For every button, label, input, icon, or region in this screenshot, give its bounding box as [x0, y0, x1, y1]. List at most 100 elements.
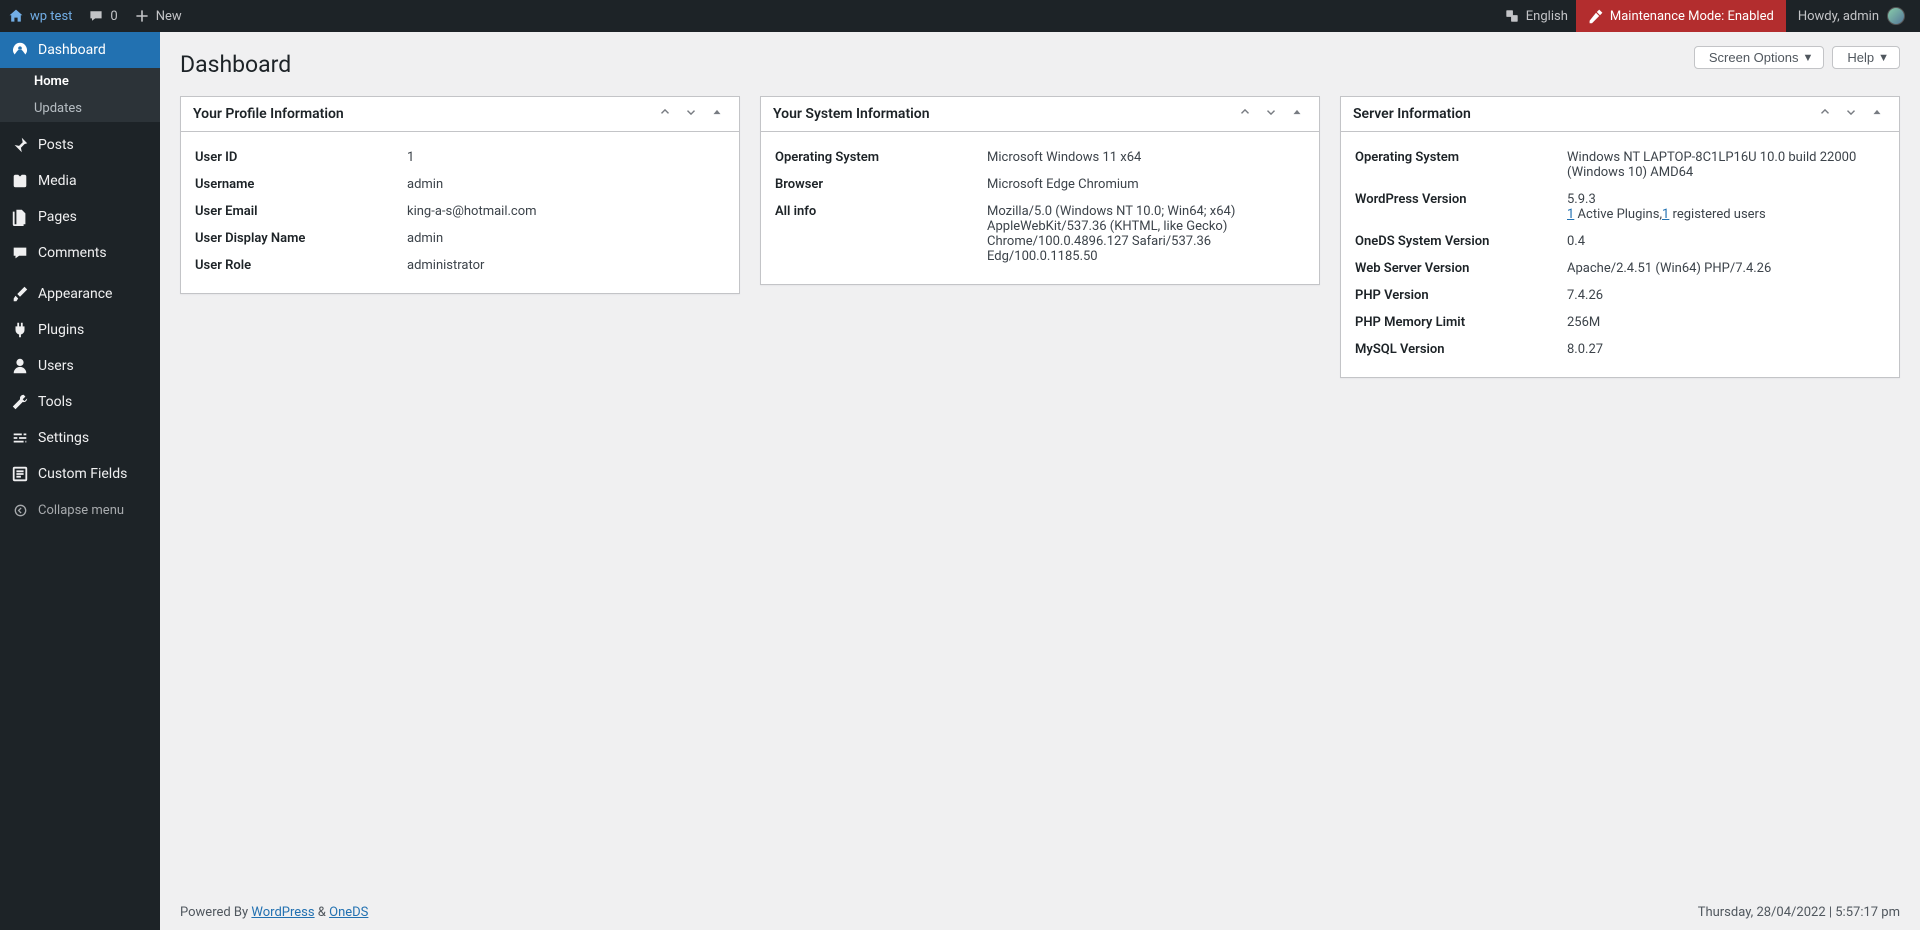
screen-options-label: Screen Options	[1709, 50, 1799, 65]
info-value: Windows NT LAPTOP-8C1LP16U 10.0 build 22…	[1567, 150, 1885, 180]
toggle-button[interactable]	[1867, 105, 1887, 123]
sidebar-item-pages[interactable]: Pages	[0, 199, 160, 235]
language-label: English	[1526, 9, 1568, 24]
info-value: 256M	[1567, 315, 1885, 330]
sidebar-subitem-home[interactable]: Home	[0, 68, 160, 95]
footer-datetime: Thursday, 28/04/2022 | 5:57:17 pm	[1698, 905, 1900, 920]
sidebar-item-media[interactable]: Media	[0, 163, 160, 199]
info-value: 7.4.26	[1567, 288, 1885, 303]
sidebar-item-users[interactable]: Users	[0, 348, 160, 384]
language-switcher[interactable]: English	[1496, 0, 1576, 32]
help-button[interactable]: Help ▼	[1832, 46, 1900, 69]
sidebar-item-tools[interactable]: Tools	[0, 384, 160, 420]
sidebar-item-label: Comments	[38, 245, 107, 261]
oneds-link[interactable]: OneDS	[329, 905, 368, 920]
site-name-link[interactable]: wp test	[0, 0, 80, 32]
sidebar-item-label: Posts	[38, 137, 74, 153]
wrench-icon	[10, 392, 30, 412]
sidebar-item-custom-fields[interactable]: Custom Fields	[0, 456, 160, 492]
main-content: Dashboard Screen Options ▼ Help ▼ Your P…	[160, 32, 1920, 930]
info-value: 8.0.27	[1567, 342, 1885, 357]
active-plugins-link[interactable]: 1	[1567, 207, 1574, 222]
sidebar-item-posts[interactable]: Posts	[0, 127, 160, 163]
wordpress-link[interactable]: WordPress	[251, 905, 314, 920]
sidebar-item-label: Plugins	[38, 322, 84, 338]
maintenance-mode-link[interactable]: Maintenance Mode: Enabled	[1576, 0, 1786, 32]
info-row: User Emailking-a-s@hotmail.com	[195, 198, 725, 225]
info-value: Apache/2.4.51 (Win64) PHP/7.4.26	[1567, 261, 1885, 276]
registered-users-link[interactable]: 1	[1662, 207, 1669, 222]
collapse-menu-button[interactable]: Collapse menu	[0, 492, 160, 528]
move-down-button[interactable]	[1841, 105, 1861, 123]
hammer-icon	[1588, 8, 1604, 24]
info-row: MySQL Version8.0.27	[1355, 336, 1885, 363]
translate-icon	[1504, 8, 1520, 24]
footer-credits: Powered By WordPress & OneDS	[180, 905, 368, 920]
help-label: Help	[1847, 50, 1874, 65]
info-label: User Role	[195, 258, 407, 273]
comment-icon	[10, 243, 30, 263]
info-row: OneDS System Version0.4	[1355, 228, 1885, 255]
move-up-button[interactable]	[1815, 105, 1835, 123]
sidebar-item-settings[interactable]: Settings	[0, 420, 160, 456]
sidebar-item-label: Dashboard	[38, 42, 106, 58]
sidebar-item-comments[interactable]: Comments	[0, 235, 160, 271]
caret-down-icon: ▼	[1878, 52, 1889, 64]
sidebar-item-plugins[interactable]: Plugins	[0, 312, 160, 348]
system-widget-title: Your System Information	[773, 106, 930, 122]
sidebar-item-label: Settings	[38, 430, 89, 446]
account-link[interactable]: Howdy, admin	[1786, 0, 1920, 32]
media-icon	[10, 171, 30, 191]
new-content-link[interactable]: New	[126, 0, 190, 32]
move-up-button[interactable]	[655, 105, 675, 123]
info-row: BrowserMicrosoft Edge Chromium	[775, 171, 1305, 198]
info-label: User Display Name	[195, 231, 407, 246]
info-row: PHP Memory Limit256M	[1355, 309, 1885, 336]
info-label: PHP Memory Limit	[1355, 315, 1567, 330]
sidebar-item-dashboard[interactable]: Dashboard	[0, 32, 160, 68]
info-label: User Email	[195, 204, 407, 219]
info-value: Microsoft Windows 11 x64	[987, 150, 1305, 165]
maintenance-label: Maintenance Mode: Enabled	[1610, 9, 1774, 24]
toggle-button[interactable]	[707, 105, 727, 123]
info-row: User ID1	[195, 144, 725, 171]
brush-icon	[10, 284, 30, 304]
toggle-button[interactable]	[1287, 105, 1307, 123]
info-label: All info	[775, 204, 987, 219]
info-value: admin	[407, 231, 725, 246]
site-name-label: wp test	[30, 9, 72, 24]
home-icon	[8, 8, 24, 24]
collapse-icon	[10, 500, 30, 520]
info-value: 1	[407, 150, 725, 165]
admin-sidebar: Dashboard HomeUpdates Posts Media Pages Comme…	[0, 32, 160, 930]
new-label: New	[156, 9, 182, 24]
info-label: PHP Version	[1355, 288, 1567, 303]
dashboard-icon	[10, 40, 30, 60]
profile-widget: Your Profile Information User ID1Usernam…	[180, 96, 740, 294]
admin-bar: wp test 0 New English Maintenance Mode	[0, 0, 1920, 32]
info-row: User Display Nameadmin	[195, 225, 725, 252]
info-value: 0.4	[1567, 234, 1885, 249]
fields-icon	[10, 464, 30, 484]
info-label: Browser	[775, 177, 987, 192]
sidebar-subitem-updates[interactable]: Updates	[0, 95, 160, 122]
comments-link[interactable]: 0	[80, 0, 125, 32]
info-row: Operating SystemWindows NT LAPTOP-8C1LP1…	[1355, 144, 1885, 186]
move-down-button[interactable]	[681, 105, 701, 123]
info-label: Operating System	[1355, 150, 1567, 165]
move-up-button[interactable]	[1235, 105, 1255, 123]
comment-icon	[88, 8, 104, 24]
info-label: Web Server Version	[1355, 261, 1567, 276]
info-value: administrator	[407, 258, 725, 273]
server-widget-title: Server Information	[1353, 106, 1471, 122]
sidebar-item-label: Media	[38, 173, 77, 189]
info-label: Operating System	[775, 150, 987, 165]
move-down-button[interactable]	[1261, 105, 1281, 123]
sidebar-item-label: Pages	[38, 209, 77, 225]
info-row: PHP Version7.4.26	[1355, 282, 1885, 309]
info-row: Operating SystemMicrosoft Windows 11 x64	[775, 144, 1305, 171]
plugin-icon	[10, 320, 30, 340]
screen-options-button[interactable]: Screen Options ▼	[1694, 46, 1825, 69]
sidebar-item-appearance[interactable]: Appearance	[0, 276, 160, 312]
info-label: Username	[195, 177, 407, 192]
